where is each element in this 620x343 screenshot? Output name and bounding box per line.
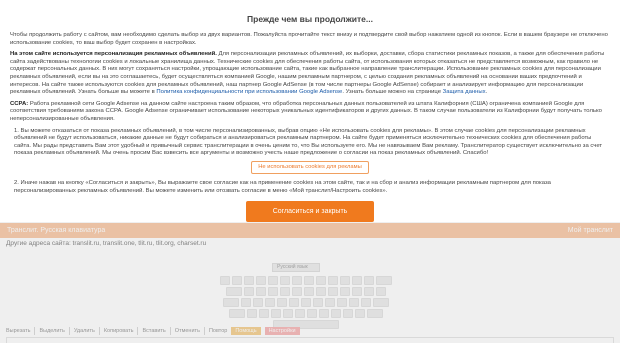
dialog-intro: Чтобы продолжить работу с сайтом, вам не… — [10, 32, 608, 46]
ads-personalization-heading: На этом сайте используется персонализаци… — [10, 51, 217, 58]
cookie-consent-dialog: Прежде чем вы продолжите... Чтобы продол… — [0, 0, 620, 223]
dialog-title: Прежде чем вы продолжите... — [247, 14, 373, 24]
ccpa-text: Работа рекламной сети Google Adsense на … — [10, 100, 602, 122]
ccpa-paragraph: CCPA: Работа рекламной сети Google Adsen… — [10, 101, 610, 124]
option-2-text: 2. Иначе нажав на кнопку «Согласиться и … — [14, 179, 551, 194]
reject-cookies-button[interactable]: Не использовать cookies для рекламы — [251, 160, 369, 174]
more-info-text: . Узнать больше можно на странице — [342, 89, 442, 96]
option-1-text: 1. Вы можете отказаться от показа реклам… — [14, 127, 603, 157]
accept-and-close-button[interactable]: Согласиться и закрыть — [246, 201, 374, 223]
data-protection-link[interactable]: Защита данных — [443, 89, 486, 95]
ads-personalization-paragraph: На этом сайте используется персонализаци… — [10, 51, 605, 96]
ccpa-heading: CCPA: — [10, 100, 29, 107]
google-privacy-link[interactable]: Политика конфиденциальности при использо… — [156, 89, 342, 95]
